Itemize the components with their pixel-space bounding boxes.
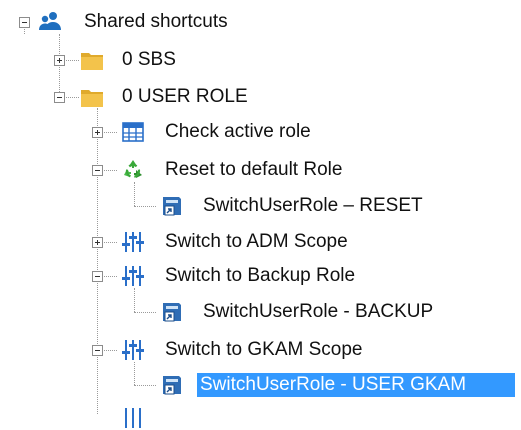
tree-node-label: Shared shortcuts (84, 11, 228, 32)
tree-node-label: Reset to default Role (165, 159, 343, 180)
tree-view[interactable]: Shared shortcuts 0 SBS 0 USER ROLE Check… (0, 0, 521, 428)
shortcut-icon (160, 194, 184, 218)
tree-connector (134, 182, 135, 206)
recycle-icon (121, 158, 145, 182)
sliders-icon (121, 406, 145, 430)
collapse-toggle[interactable] (92, 165, 103, 176)
sliders-icon (121, 230, 145, 254)
tree-node-label: SwitchUserRole – RESET (203, 195, 423, 216)
collapse-toggle[interactable] (92, 271, 103, 282)
table-icon (121, 120, 145, 144)
tree-connector (134, 385, 156, 386)
tree-node-label: SwitchUserRole - BACKUP (203, 301, 434, 322)
tree-connector (134, 288, 135, 312)
tree-node-label: Check active role (165, 121, 311, 142)
tree-connector (97, 108, 98, 414)
collapse-toggle[interactable] (92, 345, 103, 356)
tree-connector (134, 206, 156, 207)
tree-connector (59, 34, 60, 98)
tree-connector (134, 362, 135, 385)
shortcut-icon (160, 300, 184, 324)
folder-icon (80, 48, 104, 72)
expand-toggle[interactable] (92, 237, 103, 248)
tree-node-label: SwitchUserRole - USER GKAM (197, 373, 515, 397)
shortcut-icon (160, 373, 184, 397)
tree-node-label: Switch to GKAM Scope (165, 339, 363, 360)
tree-node-label: 0 SBS (122, 49, 176, 70)
collapse-toggle[interactable] (19, 17, 30, 28)
expand-toggle[interactable] (92, 127, 103, 138)
tree-node-label: Switch to Backup Role (165, 265, 356, 286)
collapse-toggle[interactable] (54, 92, 65, 103)
sliders-icon (121, 338, 145, 362)
tree-connector (134, 312, 156, 313)
folder-icon (80, 85, 104, 109)
sliders-icon (121, 264, 145, 288)
expand-toggle[interactable] (54, 55, 65, 66)
users-icon (38, 9, 62, 33)
tree-node-label: Switch to ADM Scope (165, 231, 348, 252)
tree-node-label: 0 USER ROLE (122, 86, 248, 107)
